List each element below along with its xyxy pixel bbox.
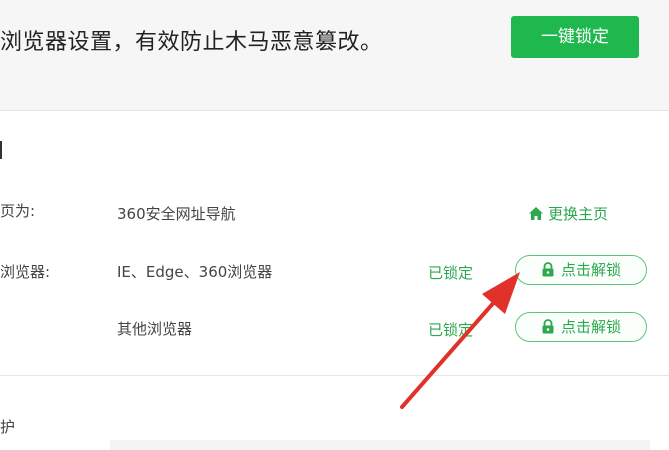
red-arrow-annotation [400,272,520,409]
